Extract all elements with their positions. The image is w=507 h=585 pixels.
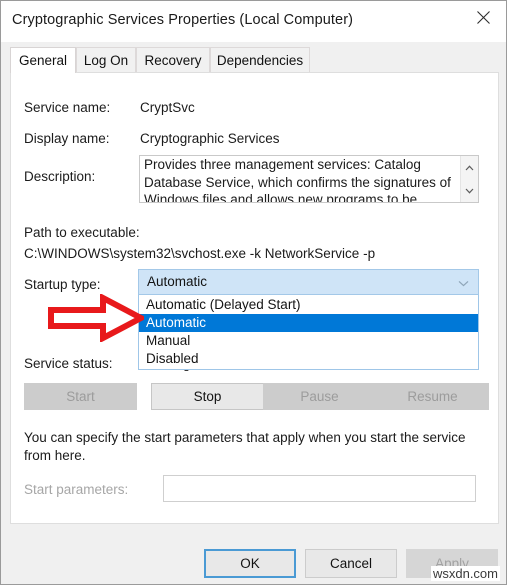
- pause-button-label: Pause: [300, 389, 339, 404]
- start-button[interactable]: Start: [24, 383, 137, 410]
- startup-type-selected-value: Automatic: [147, 274, 208, 289]
- description-label: Description:: [24, 169, 96, 184]
- start-parameters-label: Start parameters:: [24, 482, 129, 497]
- display-name-label: Display name:: [24, 131, 110, 146]
- service-status-label: Service status:: [24, 356, 113, 371]
- start-parameters-input[interactable]: [163, 475, 476, 502]
- dropdown-option-disabled[interactable]: Disabled: [139, 350, 478, 368]
- tab-strip: General Log On Recovery Dependencies: [10, 47, 498, 73]
- cancel-button[interactable]: Cancel: [305, 549, 397, 578]
- startup-type-dropdown-list[interactable]: Automatic (Delayed Start) Automatic Manu…: [138, 295, 479, 370]
- combo-chevron: [457, 278, 469, 288]
- chevron-down-icon: [465, 188, 474, 194]
- tab-general[interactable]: General: [10, 47, 76, 73]
- dropdown-option-manual[interactable]: Manual: [139, 332, 478, 350]
- stop-button-label: Stop: [193, 389, 222, 404]
- tab-recovery-label: Recovery: [144, 53, 202, 68]
- startup-type-combobox[interactable]: Automatic: [138, 269, 479, 295]
- resume-button[interactable]: Resume: [376, 383, 489, 410]
- close-button[interactable]: [460, 1, 506, 33]
- start-parameters-hint: You can specify the start parameters tha…: [24, 430, 466, 463]
- tab-log-on-label: Log On: [83, 53, 129, 68]
- ok-button[interactable]: OK: [204, 549, 296, 578]
- tab-log-on[interactable]: Log On: [76, 47, 136, 73]
- display-name-value: Cryptographic Services: [140, 131, 280, 146]
- dropdown-option-automatic[interactable]: Automatic: [139, 314, 478, 332]
- service-name-value: CryptSvc: [140, 100, 195, 115]
- stop-button[interactable]: Stop: [151, 383, 264, 410]
- description-text: Provides three management services: Cata…: [144, 157, 451, 203]
- tab-dependencies-label: Dependencies: [216, 53, 304, 68]
- start-button-label: Start: [66, 389, 95, 404]
- ok-button-label: OK: [240, 556, 260, 571]
- chevron-down-icon: [458, 280, 468, 286]
- dropdown-option-automatic-delayed-start[interactable]: Automatic (Delayed Start): [139, 296, 478, 314]
- scroll-up-button[interactable]: [461, 157, 478, 179]
- startup-type-label: Startup type:: [24, 277, 101, 292]
- description-scrollbar[interactable]: [460, 156, 478, 202]
- resume-button-label: Resume: [407, 389, 458, 404]
- tab-recovery[interactable]: Recovery: [136, 47, 210, 73]
- watermark: wsxdn.com: [430, 566, 500, 581]
- tab-dependencies[interactable]: Dependencies: [210, 47, 310, 73]
- window-title: Cryptographic Services Properties (Local…: [12, 12, 354, 28]
- tab-general-label: General: [18, 53, 68, 68]
- path-to-executable-value: C:\WINDOWS\system32\svchost.exe -k Netwo…: [24, 246, 376, 261]
- pause-button[interactable]: Pause: [263, 383, 376, 410]
- service-name-label: Service name:: [24, 100, 111, 115]
- cancel-button-label: Cancel: [329, 556, 373, 571]
- description-box: Provides three management services: Cata…: [139, 155, 479, 203]
- scroll-down-button[interactable]: [461, 180, 478, 202]
- close-icon: [476, 10, 490, 24]
- path-to-executable-label: Path to executable:: [24, 225, 140, 240]
- chevron-up-icon: [465, 165, 474, 171]
- service-properties-dialog: Cryptographic Services Properties (Local…: [0, 0, 507, 585]
- title-bar: Cryptographic Services Properties (Local…: [1, 1, 506, 42]
